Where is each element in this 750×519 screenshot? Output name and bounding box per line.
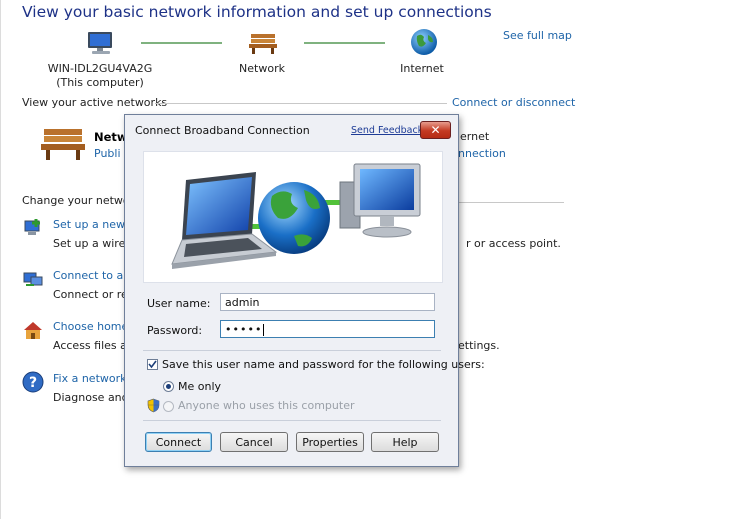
new-connection-icon: [22, 218, 44, 242]
username-input[interactable]: admin: [220, 293, 435, 311]
connection-line-1: [141, 42, 222, 44]
network-type-link[interactable]: Publi: [94, 147, 121, 160]
close-icon[interactable]: ✕: [420, 121, 451, 139]
task-new-connection-link[interactable]: Set up a new c: [53, 218, 135, 231]
see-full-map-link[interactable]: See full map: [503, 29, 572, 42]
computer-name: WIN-IDL2GU4VA2G: [47, 62, 153, 75]
dialog-title: Connect Broadband Connection: [135, 124, 310, 137]
properties-button[interactable]: Properties: [296, 432, 364, 452]
bench-large-icon: [40, 126, 86, 166]
internet-label: Internet: [400, 62, 444, 75]
computer-sub: (This computer): [56, 76, 144, 89]
active-networks-label: View your active networks: [22, 96, 168, 109]
task-homegroup-link[interactable]: Choose home: [53, 320, 128, 333]
task-connect-network-link[interactable]: Connect to a n: [53, 269, 134, 282]
task-homegroup-desc: Access files an: [53, 339, 134, 352]
save-credentials-checkbox[interactable]: [147, 359, 158, 370]
me-only-radio[interactable]: [163, 381, 174, 392]
active-networks-divider: [155, 103, 447, 104]
connect-network-icon: [22, 269, 44, 293]
task-connect-network-desc: Connect or rec: [53, 288, 134, 301]
connection-illustration: [143, 151, 443, 283]
network-label: Network: [239, 62, 285, 75]
dialog-separator-1: [143, 350, 441, 351]
bench-network-icon: [248, 31, 278, 59]
connect-disconnect-link[interactable]: Connect or disconnect: [452, 96, 575, 109]
homegroup-icon: [22, 320, 44, 344]
cancel-button[interactable]: Cancel: [220, 432, 288, 452]
connection-line-2: [304, 42, 385, 44]
send-feedback-link[interactable]: Send Feedback: [351, 125, 423, 136]
svg-text:?: ?: [29, 375, 37, 391]
globe-icon: [409, 27, 439, 61]
task-fix-network-desc: Diagnose and: [53, 391, 129, 404]
left-edge-line: [0, 0, 1, 519]
change-settings-label: Change your networ: [22, 194, 135, 207]
page-title: View your basic network information and …: [22, 3, 492, 21]
change-settings-divider: [458, 202, 564, 203]
task-new-connection-desc-tail: r or access point.: [466, 237, 561, 250]
checkmark-icon: [148, 360, 157, 369]
anyone-radio[interactable]: [163, 401, 174, 412]
connect-broadband-dialog: Connect Broadband Connection Send Feedba…: [124, 114, 485, 467]
password-value: •••••: [225, 323, 263, 336]
username-label: User name:: [147, 297, 211, 310]
task-homegroup-desc-tail: ettings.: [458, 339, 500, 352]
radio-dot: [166, 384, 171, 389]
text-caret: [263, 324, 265, 336]
connect-button[interactable]: Connect: [145, 432, 212, 452]
uac-shield-icon: [147, 398, 160, 417]
password-input[interactable]: •••••: [220, 320, 435, 338]
computer-icon: [86, 30, 116, 60]
dialog-separator-2: [143, 420, 441, 421]
save-credentials-label: Save this user name and password for the…: [162, 358, 485, 371]
access-type-value: ernet: [460, 130, 490, 143]
connection-link[interactable]: nnection: [458, 147, 506, 160]
help-question-icon: ?: [22, 371, 44, 397]
password-label: Password:: [147, 324, 203, 337]
anyone-label: Anyone who uses this computer: [178, 399, 355, 412]
me-only-label: Me only: [178, 380, 222, 393]
help-button[interactable]: Help: [371, 432, 439, 452]
task-new-connection-desc: Set up a wirele: [53, 237, 136, 250]
